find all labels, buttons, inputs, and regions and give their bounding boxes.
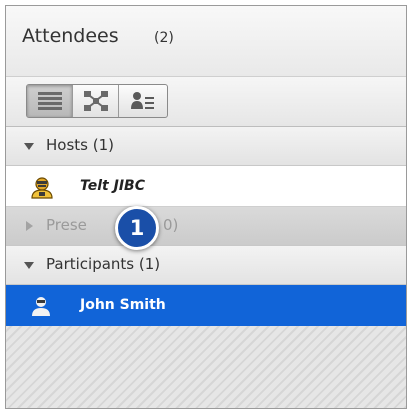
participants-section-label: Participants (1) bbox=[46, 255, 161, 273]
breakout-view-button[interactable] bbox=[73, 85, 119, 117]
expand-triangle-icon bbox=[24, 262, 34, 269]
host-row[interactable]: Telt JIBC bbox=[6, 166, 406, 207]
host-name: Telt JIBC bbox=[80, 178, 145, 194]
participant-avatar-icon bbox=[30, 295, 52, 321]
presenters-section-label-end: 0) bbox=[163, 216, 179, 234]
attendee-details-icon bbox=[131, 92, 154, 109]
hosts-section-header[interactable]: Hosts (1) bbox=[6, 127, 406, 166]
participant-name: John Smith bbox=[80, 297, 166, 313]
attendee-details-view-button[interactable] bbox=[119, 85, 167, 117]
view-toolbar bbox=[6, 77, 406, 127]
presenters-section-label-start: Prese bbox=[46, 216, 87, 234]
attendees-panel: Attendees (2) Hosts (1) Telt JIBC Prese … bbox=[5, 5, 407, 409]
participant-row[interactable]: John Smith bbox=[6, 285, 406, 326]
callout-badge: 1 bbox=[115, 206, 159, 250]
panel-title: Attendees bbox=[22, 25, 119, 47]
host-avatar-icon bbox=[30, 175, 54, 203]
list-view-icon bbox=[37, 92, 62, 110]
participants-section-header[interactable]: Participants (1) bbox=[6, 246, 406, 285]
collapsed-triangle-icon bbox=[26, 221, 33, 231]
attendee-count: (2) bbox=[154, 30, 174, 46]
breakout-view-icon bbox=[83, 91, 108, 111]
list-view-button[interactable] bbox=[27, 85, 73, 117]
expand-triangle-icon bbox=[24, 143, 34, 150]
hosts-section-label: Hosts (1) bbox=[46, 136, 114, 154]
view-switcher bbox=[26, 84, 168, 118]
panel-header: Attendees (2) bbox=[6, 6, 406, 77]
presenters-section-header[interactable]: Prese 0) bbox=[6, 207, 406, 246]
